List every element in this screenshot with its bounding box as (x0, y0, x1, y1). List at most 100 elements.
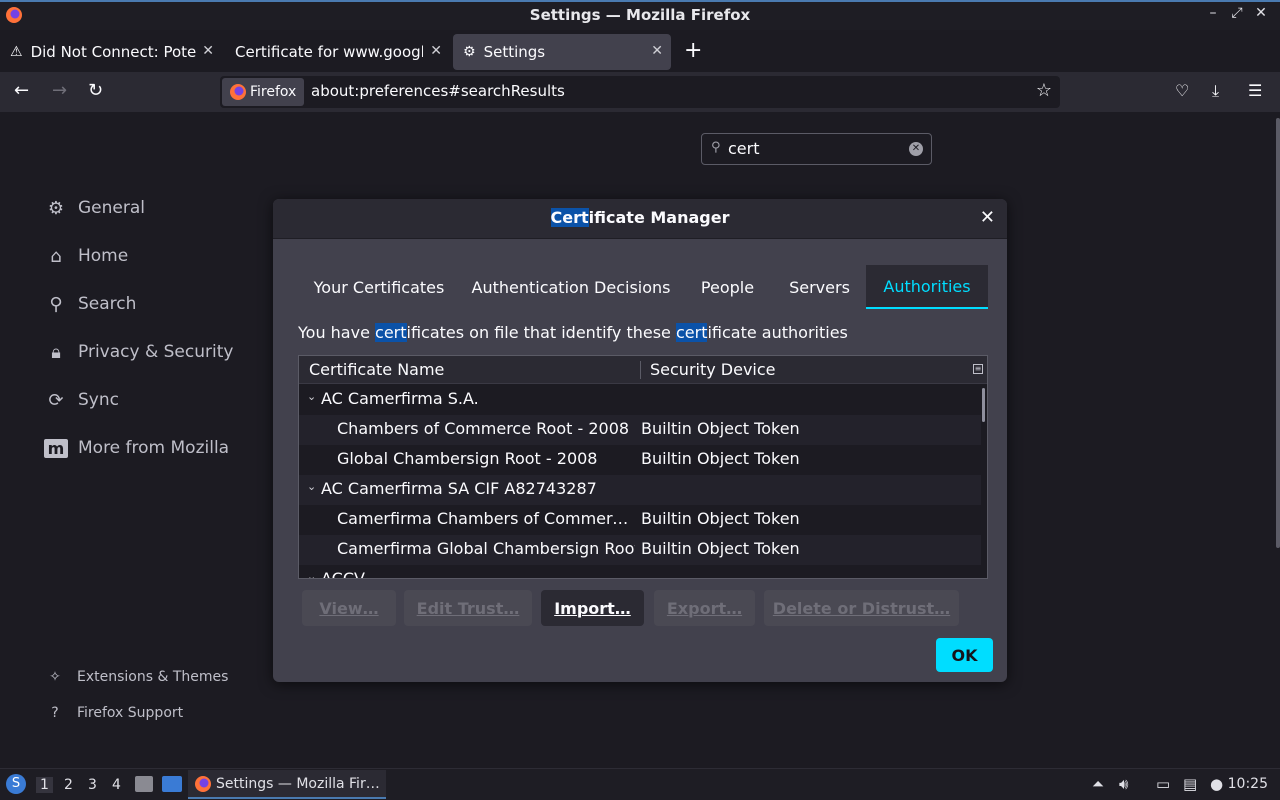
cert-name: Camerfirma Chambers of Commerce Root (337, 509, 635, 528)
mozilla-m-icon: m (44, 438, 68, 458)
workspace-1[interactable]: 1 (36, 777, 53, 793)
extensions-themes-link[interactable]: ✧ Extensions & Themes (46, 669, 228, 685)
desc-text: ificates on file that identify these (406, 323, 676, 342)
start-menu-icon[interactable]: S (6, 774, 26, 794)
bookmark-star-icon[interactable]: ☆ (1036, 80, 1052, 101)
navigation-toolbar: ← → ↻ Firefox about:preferences#searchRe… (0, 72, 1280, 112)
volume-icon[interactable]: 🔊︎ (1119, 775, 1128, 793)
sidebar-item-more-from-mozilla[interactable]: m More from Mozilla (44, 432, 229, 464)
sidebar-item-general[interactable]: ⚙ General (44, 192, 145, 224)
tree-scrollbar[interactable] (982, 388, 985, 422)
column-picker-icon[interactable]: ≡ (973, 364, 983, 374)
desc-text: You have (298, 323, 376, 342)
cert-name: Chambers of Commerce Root - 2008 (337, 419, 630, 438)
task-label: Settings — Mozilla Fir… (216, 775, 380, 792)
chevron-down-icon[interactable]: ⌄ (307, 570, 316, 578)
tray-up-arrow-icon[interactable]: ⏶ (1092, 775, 1104, 793)
tab-close-icon[interactable]: ✕ (651, 43, 663, 59)
pocket-icon[interactable]: ♡ (1175, 81, 1189, 100)
cert-device: Builtin Object Token (641, 419, 800, 438)
sidebar-item-search[interactable]: ⚲ Search (44, 288, 136, 320)
tree-row-group[interactable]: ⌄ AC Camerfirma SA CIF A82743287 (299, 475, 981, 505)
tab-strip: ⚠ Did Not Connect: Potential Security Is… (0, 30, 1280, 72)
sidebar-item-privacy[interactable]: 🔒︎ Privacy & Security (44, 336, 233, 368)
chevron-down-icon[interactable]: ⌄ (307, 390, 316, 403)
network-icon[interactable]: ▭ (1156, 775, 1170, 793)
cert-name: Camerfirma Global Chambersign Root (337, 539, 635, 558)
page-scrollbar[interactable] (1276, 118, 1280, 548)
desc-highlight: cert (375, 323, 407, 342)
reload-icon[interactable]: ↻ (88, 80, 103, 101)
window-titlebar: Settings — Mozilla Firefox – ⤢ ✕ (0, 0, 1280, 30)
menu-hamburger-icon[interactable]: ☰ (1248, 81, 1262, 100)
tree-header: Certificate Name Security Device ≡ (299, 356, 987, 384)
group-name: AC Camerfirma SA CIF A82743287 (321, 479, 597, 498)
tree-row-cert[interactable]: Global Chambersign Root - 2008 Builtin O… (299, 445, 981, 475)
back-arrow-icon[interactable]: ← (14, 80, 29, 101)
cert-device: Builtin Object Token (641, 449, 800, 468)
title-rest: ificate Manager (588, 208, 730, 227)
workspace-4[interactable]: 4 (112, 777, 121, 793)
delete-or-distrust-button[interactable]: Delete or Distrust… (764, 590, 959, 626)
tree-row-cert[interactable]: Camerfirma Global Chambersign Root Built… (299, 535, 981, 565)
column-security-device[interactable]: Security Device (650, 360, 776, 379)
forward-arrow-icon[interactable]: → (52, 80, 67, 101)
taskbar-firefox-window[interactable]: Settings — Mozilla Fir… (188, 770, 386, 799)
tab-close-icon[interactable]: ✕ (430, 43, 442, 59)
tree-row-cert[interactable]: Chambers of Commerce Root - 2008 Builtin… (299, 415, 981, 445)
close-window-icon[interactable]: ✕ (1252, 5, 1270, 21)
tab-certificate[interactable]: Certificate for www.google.com ✕ (225, 34, 450, 70)
maximize-icon[interactable]: ⤢ (1228, 5, 1246, 21)
url-bar[interactable]: Firefox about:preferences#searchResults … (220, 76, 1060, 108)
chevron-down-icon[interactable]: ⌄ (307, 480, 316, 493)
tree-row-cert[interactable]: Camerfirma Chambers of Commerce Root Bui… (299, 505, 981, 535)
dialog-header: Certificate Manager ✕ (273, 199, 1007, 239)
tab-people[interactable]: People (682, 265, 773, 309)
tab-authentication-decisions[interactable]: Authentication Decisions (460, 265, 682, 309)
help-icon: ? (51, 705, 59, 721)
file-manager-icon[interactable] (135, 776, 153, 792)
firefox-logo-icon (195, 776, 211, 792)
settings-search-input[interactable]: ⚲ cert ✕ (701, 133, 932, 165)
clipboard-icon[interactable]: ▤ (1183, 775, 1197, 793)
sidebar-item-label: More from Mozilla (78, 438, 230, 458)
minimize-icon[interactable]: – (1204, 5, 1222, 21)
column-certificate-name[interactable]: Certificate Name (309, 360, 444, 379)
ok-button[interactable]: OK (936, 638, 993, 672)
import-button[interactable]: Import… (541, 590, 644, 626)
identity-box[interactable]: Firefox (222, 78, 305, 106)
certificate-tree[interactable]: Certificate Name Security Device ≡ ⌄ AC … (298, 355, 988, 579)
gear-icon: ⚙ (463, 44, 476, 60)
gear-icon: ⚙ (47, 197, 65, 219)
cert-device: Builtin Object Token (641, 539, 800, 558)
tree-row-group[interactable]: ⌄ ACCV (299, 565, 981, 578)
clear-search-icon[interactable]: ✕ (909, 142, 923, 156)
sidebar-item-home[interactable]: ⌂ Home (44, 240, 128, 272)
tab-close-icon[interactable]: ✕ (202, 43, 214, 59)
url-text[interactable]: about:preferences#searchResults (311, 82, 565, 100)
authorities-description: You have certificates on file that ident… (298, 323, 848, 342)
new-tab-plus-icon[interactable]: + (684, 38, 702, 63)
firefox-support-link[interactable]: ? Firefox Support (46, 705, 183, 721)
downloads-icon[interactable]: ⤓ (1212, 81, 1219, 101)
workspace-3[interactable]: 3 (88, 777, 97, 793)
tab-servers[interactable]: Servers (773, 265, 866, 309)
tab-your-certificates[interactable]: Your Certificates (298, 265, 460, 309)
column-separator[interactable] (640, 361, 641, 379)
sidebar-item-label: Home (78, 246, 129, 266)
warning-icon: ⚠ (10, 44, 23, 60)
workspace-2[interactable]: 2 (64, 777, 73, 793)
export-button[interactable]: Export… (654, 590, 755, 626)
puzzle-icon: ✧ (49, 669, 61, 685)
sidebar-item-sync[interactable]: ⟳ Sync (44, 384, 119, 416)
dialog-close-icon[interactable]: ✕ (980, 207, 995, 228)
system-taskbar: S 1 2 3 4 Settings — Mozilla Fir… ⏶ 🔊︎ ▭… (0, 768, 1280, 800)
view-button[interactable]: View… (302, 590, 396, 626)
tab-settings[interactable]: ⚙ Settings ✕ (453, 34, 671, 70)
notification-icon[interactable]: ● (1210, 775, 1223, 793)
tab-security-issue[interactable]: ⚠ Did Not Connect: Potential Security Is… (0, 34, 222, 70)
tree-row-group[interactable]: ⌄ AC Camerfirma S.A. (299, 385, 981, 415)
edit-trust-button[interactable]: Edit Trust… (404, 590, 532, 626)
tab-authorities[interactable]: Authorities (866, 265, 988, 309)
desktop-icon[interactable] (162, 776, 182, 792)
